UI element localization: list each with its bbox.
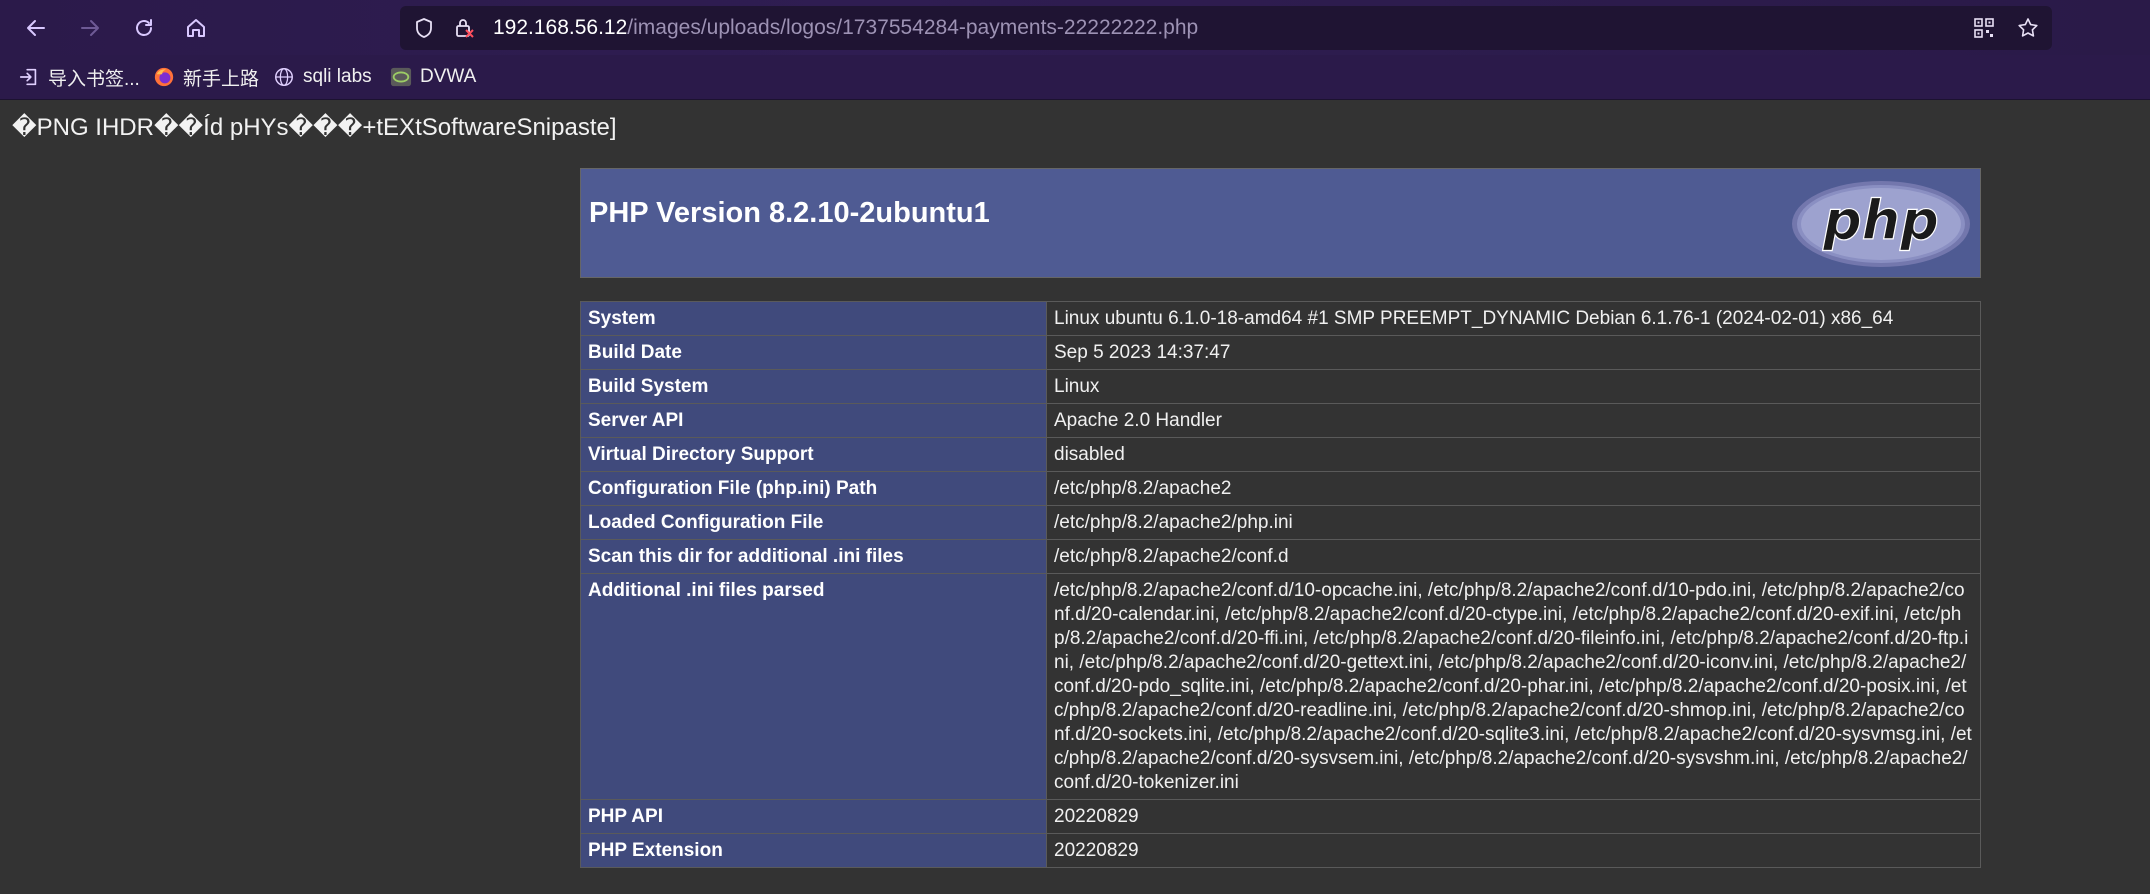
info-value-cell: 20220829 — [1046, 833, 1981, 868]
bookmark-label: 导入书签... — [48, 68, 140, 90]
info-value-cell: /etc/php/8.2/apache2/conf.d/10-opcache.i… — [1046, 573, 1981, 800]
insecure-lock-icon[interactable] — [452, 16, 476, 40]
info-value-cell: Apache 2.0 Handler — [1046, 403, 1981, 438]
url-host: 192.168.56.12 — [493, 16, 628, 39]
info-table-row: Server API Apache 2.0 Handler — [580, 403, 1981, 438]
binary-garbage-text: �PNG IHDR��Íd pHYs���+tEXtSoftwareSnipas… — [12, 114, 617, 141]
shield-icon[interactable] — [412, 16, 436, 40]
reload-button[interactable] — [126, 10, 162, 46]
info-value-cell: Sep 5 2023 14:37:47 — [1046, 335, 1981, 370]
info-table-row: PHP API 20220829 — [580, 799, 1981, 834]
info-key-cell: PHP API — [580, 799, 1047, 834]
info-table-row: Virtual Directory Support disabled — [580, 437, 1981, 472]
php-info-table: System Linux ubuntu 6.1.0-18-amd64 #1 SMP… — [580, 301, 1981, 868]
info-value-cell: /etc/php/8.2/apache2/php.ini — [1046, 505, 1981, 540]
info-value-cell: /etc/php/8.2/apache2/conf.d — [1046, 539, 1981, 574]
firefox-icon — [153, 66, 175, 88]
globe-icon — [273, 66, 295, 88]
info-key-cell: Virtual Directory Support — [580, 437, 1047, 472]
info-key-cell: Server API — [580, 403, 1047, 438]
svg-text:php: php — [1822, 189, 1939, 252]
star-bookmark-icon[interactable] — [2016, 16, 2040, 40]
url-path: /images/uploads/logos/1737554284-payment… — [627, 16, 1199, 39]
qr-code-icon[interactable] — [1972, 16, 1996, 40]
info-key-cell: PHP Extension — [580, 833, 1047, 868]
home-icon — [187, 19, 205, 37]
info-key-cell: Scan this dir for additional .ini files — [580, 539, 1047, 574]
info-value-cell: /etc/php/8.2/apache2 — [1046, 471, 1981, 506]
reload-icon — [136, 19, 152, 36]
info-table-row: Scan this dir for additional .ini files /… — [580, 539, 1981, 574]
php-version-title: PHP Version 8.2.10-2ubuntu1 — [589, 197, 990, 229]
home-button[interactable] — [178, 10, 214, 46]
bookmarks-toolbar: 导入书签... 新手上路 sqli labs DVWA — [0, 55, 2150, 100]
info-key-cell: Additional .ini files parsed — [580, 573, 1047, 800]
bookmark-sqli-labs[interactable]: sqli labs — [273, 55, 372, 99]
info-value-cell: Linux ubuntu 6.1.0-18-amd64 #1 SMP PREEM… — [1046, 301, 1981, 336]
arrow-right-icon — [81, 20, 99, 36]
php-logo-icon[interactable]: php — [1790, 179, 1972, 269]
import-icon — [18, 66, 40, 88]
bookmark-label: 新手上路 — [183, 68, 260, 90]
bookmark-dvwa[interactable]: DVWA — [390, 55, 476, 99]
dvwa-icon — [390, 66, 412, 88]
bookmark-import[interactable]: 导入书签... — [18, 55, 140, 99]
info-value-cell: Linux — [1046, 369, 1981, 404]
info-table-row: PHP Extension 20220829 — [580, 833, 1981, 868]
info-key-cell: Configuration File (php.ini) Path — [580, 471, 1047, 506]
info-table-row: Configuration File (php.ini) Path/etc/ph… — [580, 471, 1981, 506]
bookmark-getting-started[interactable]: 新手上路 — [153, 55, 259, 99]
info-table-row: Loaded Configuration File/etc/php/8.2/ap… — [580, 505, 1981, 540]
info-table-row: System Linux ubuntu 6.1.0-18-amd64 #1 SMP… — [580, 301, 1981, 336]
info-value-cell: 20220829 — [1046, 799, 1981, 834]
php-version-header: PHP Version 8.2.10-2ubuntu1 php — [580, 168, 1981, 278]
bookmark-label: DVWA — [420, 66, 477, 87]
info-key-cell: System — [580, 301, 1047, 336]
info-key-cell: Build Date — [580, 335, 1047, 370]
info-key-cell: Build System — [580, 369, 1047, 404]
info-key-cell: Loaded Configuration File — [580, 505, 1047, 540]
back-button[interactable] — [18, 10, 54, 46]
info-table-row: Build Date Sep 5 2023 14:37:47 — [580, 335, 1981, 370]
bookmark-label: sqli labs — [303, 66, 372, 87]
browser-toolbar: 192.168.56.12/images/uploads/logos/17375… — [0, 0, 2150, 55]
info-table-row: Build System Linux — [580, 369, 1981, 404]
info-value-cell: disabled — [1046, 437, 1981, 472]
arrow-left-icon — [27, 20, 45, 36]
address-bar[interactable]: 192.168.56.12/images/uploads/logos/17375… — [400, 6, 2052, 50]
info-table-row: Additional .ini files parsed/etc/php/8.2… — [580, 573, 1981, 800]
forward-button[interactable] — [72, 10, 108, 46]
url-text[interactable]: 192.168.56.12/images/uploads/logos/17375… — [493, 6, 1198, 50]
